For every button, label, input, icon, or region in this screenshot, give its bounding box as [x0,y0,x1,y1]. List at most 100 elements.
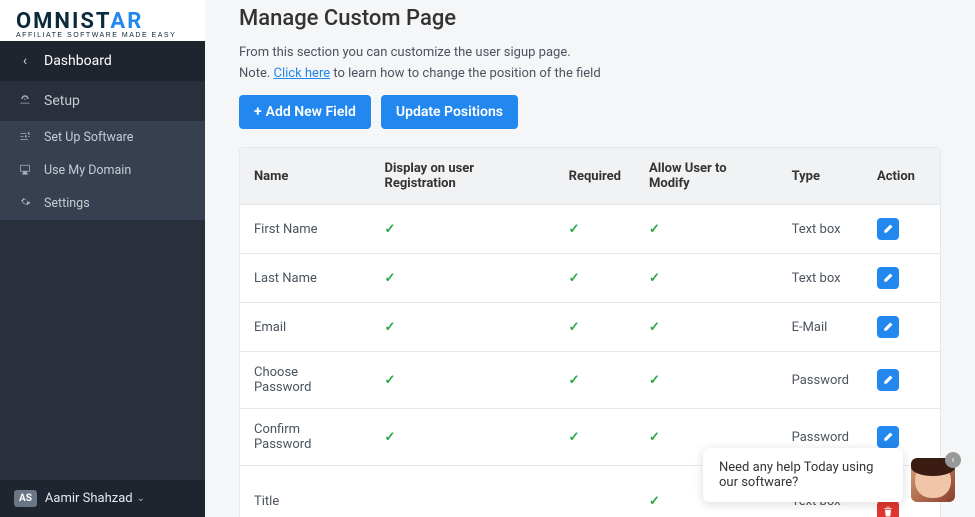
sidebar-item-settings[interactable]: Settings [0,187,205,220]
plus-icon: + [254,104,262,120]
table-cell: ✓ [635,303,778,352]
table-cell: Title [240,466,371,517]
table-cell: Choose Password [240,352,371,409]
chat-toggle-icon[interactable]: ‹ [945,452,961,468]
table-cell [371,466,555,517]
table-row: Choose Password ✓ ✓ ✓ Password [240,352,940,409]
table-cell: ✓ [555,205,635,254]
brand-tagline: AFFILIATE SOFTWARE MADE EASY [16,32,189,39]
edit-button[interactable] [877,267,899,289]
check-icon: ✓ [569,373,580,388]
table-cell: ✓ [371,254,555,303]
brand-name: OMNISTAR [16,8,189,34]
update-positions-button[interactable]: Update Positions [381,95,518,129]
check-icon: ✓ [385,373,396,388]
table-cell: Text box [778,205,863,254]
check-icon: ✓ [569,222,580,237]
table-cell: E-Mail [778,303,863,352]
table-cell: ✓ [371,303,555,352]
table-cell: ✓ [635,205,778,254]
check-icon: ✓ [649,430,660,445]
table-cell [863,254,940,303]
check-icon: ✓ [649,271,660,286]
check-icon: ✓ [649,320,660,335]
user-name-label: Aamir Shahzad [45,491,133,506]
user-menu[interactable]: AS Aamir Shahzad ⌄ [0,480,205,517]
table-cell [555,466,635,517]
edit-button[interactable] [877,369,899,391]
table-cell: ✓ [555,409,635,466]
table-header-cell: Type [778,148,863,205]
chat-widget: Need any help Today using our software? … [703,448,955,502]
sidebar-sublist: Set Up Software Use My Domain Settings [0,121,205,220]
table-header-cell: Action [863,148,940,205]
table-cell: First Name [240,205,371,254]
button-row: +Add New Field Update Positions [239,95,941,129]
table-cell: ✓ [635,254,778,303]
table-header-cell: Required [555,148,635,205]
brand-logo: OMNISTAR AFFILIATE SOFTWARE MADE EASY [0,0,205,41]
note-link[interactable]: Click here [274,66,331,81]
delete-button[interactable] [877,501,899,517]
chevron-left-icon: ‹ [16,53,34,69]
sliders-icon [16,130,34,145]
check-icon: ✓ [385,430,396,445]
sidebar-dashboard-label: Dashboard [44,53,112,69]
check-icon: ✓ [569,430,580,445]
sidebar-item-set-up-software[interactable]: Set Up Software [0,121,205,154]
table-header-cell: Name [240,148,371,205]
check-icon: ✓ [649,222,660,237]
table-cell: ✓ [555,352,635,409]
table-header-cell: Display on user Registration [371,148,555,205]
table-cell [863,205,940,254]
table-cell: ✓ [371,352,555,409]
table-header-cell: Allow User to Modify [635,148,778,205]
chat-avatar-wrap[interactable]: ‹ [911,458,955,502]
check-icon: ✓ [569,320,580,335]
sidebar-setup-parent[interactable]: Setup [0,81,205,121]
table-cell: Text box [778,254,863,303]
page-title: Manage Custom Page [239,6,941,31]
table-cell: Confirm Password [240,409,371,466]
table-header-row: NameDisplay on user RegistrationRequired… [240,148,940,205]
chat-bubble[interactable]: Need any help Today using our software? [703,448,903,502]
table-row: First Name ✓ ✓ ✓ Text box [240,205,940,254]
table-cell: ✓ [371,409,555,466]
sidebar-item-label: Settings [44,196,90,211]
table-row: Last Name ✓ ✓ ✓ Text box [240,254,940,303]
check-icon: ✓ [569,271,580,286]
table-cell: ✓ [555,303,635,352]
check-icon: ✓ [385,271,396,286]
table-cell: ✓ [635,352,778,409]
chevron-down-icon: ⌄ [137,493,145,504]
table-cell: Password [778,352,863,409]
gauge-icon [16,93,34,109]
check-icon: ✓ [385,222,396,237]
check-icon: ✓ [385,320,396,335]
page-note: Note. Click here to learn how to change … [239,66,941,81]
add-new-field-button[interactable]: +Add New Field [239,95,371,129]
edit-button[interactable] [877,218,899,240]
sidebar-item-label: Set Up Software [44,130,133,145]
table-cell: Email [240,303,371,352]
table-row: Email ✓ ✓ ✓ E-Mail [240,303,940,352]
sidebar: OMNISTAR AFFILIATE SOFTWARE MADE EASY ‹ … [0,0,205,517]
sidebar-item-use-my-domain[interactable]: Use My Domain [0,154,205,187]
check-icon: ✓ [649,494,660,509]
table-cell: Last Name [240,254,371,303]
sidebar-setup-label: Setup [44,93,80,109]
edit-button[interactable] [877,316,899,338]
main-content: Manage Custom Page From this section you… [205,0,975,517]
sidebar-dashboard-link[interactable]: ‹ Dashboard [0,41,205,81]
check-icon: ✓ [649,373,660,388]
monitor-icon [16,163,34,178]
table-cell: ✓ [555,254,635,303]
table-cell [863,303,940,352]
table-cell: ✓ [371,205,555,254]
user-initials-badge: AS [14,490,37,507]
sidebar-item-label: Use My Domain [44,163,131,178]
edit-button[interactable] [877,426,899,448]
table-cell [863,352,940,409]
gear-icon [16,196,34,211]
page-description: From this section you can customize the … [239,45,941,60]
